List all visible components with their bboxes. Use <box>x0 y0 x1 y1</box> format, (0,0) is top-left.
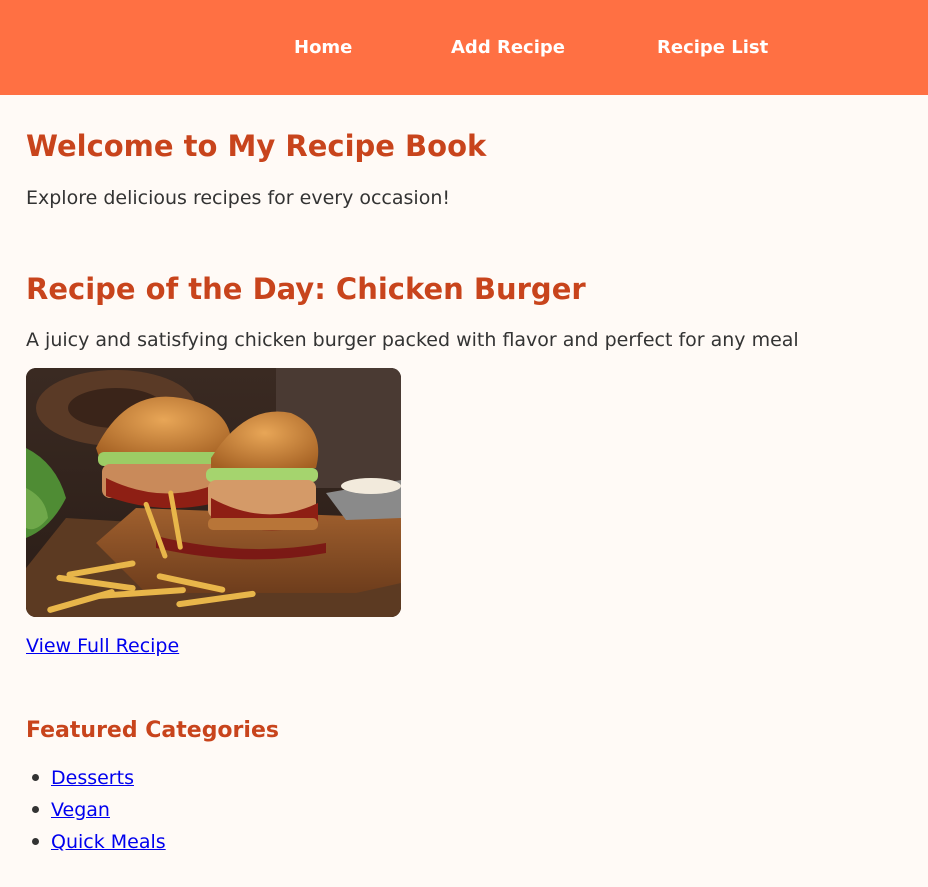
list-item: Vegan <box>26 798 166 830</box>
featured-categories-list: Desserts Vegan Quick Meals <box>26 766 166 862</box>
list-item: Desserts <box>26 766 166 798</box>
nav-home-link[interactable]: Home <box>294 36 352 60</box>
bullet-icon <box>32 838 39 845</box>
recipe-of-day-title: Recipe of the Day: Chicken Burger <box>26 272 586 306</box>
recipe-of-day-description: A juicy and satisfying chicken burger pa… <box>26 329 799 351</box>
bullet-icon <box>32 774 39 781</box>
featured-categories-title: Featured Categories <box>26 718 279 743</box>
category-quick-meals-link[interactable]: Quick Meals <box>51 831 166 853</box>
bullet-icon <box>32 806 39 813</box>
nav-recipe-list-link[interactable]: Recipe List <box>657 36 768 60</box>
list-item: Quick Meals <box>26 830 166 862</box>
page-tagline: Explore delicious recipes for every occa… <box>26 187 450 209</box>
chicken-burger-image <box>26 368 401 617</box>
nav-add-recipe-link[interactable]: Add Recipe <box>451 36 565 60</box>
top-navbar: Home Add Recipe Recipe List <box>0 0 928 95</box>
page-title: Welcome to My Recipe Book <box>26 129 487 163</box>
view-full-recipe-link[interactable]: View Full Recipe <box>26 634 179 658</box>
category-desserts-link[interactable]: Desserts <box>51 767 134 789</box>
category-vegan-link[interactable]: Vegan <box>51 799 110 821</box>
